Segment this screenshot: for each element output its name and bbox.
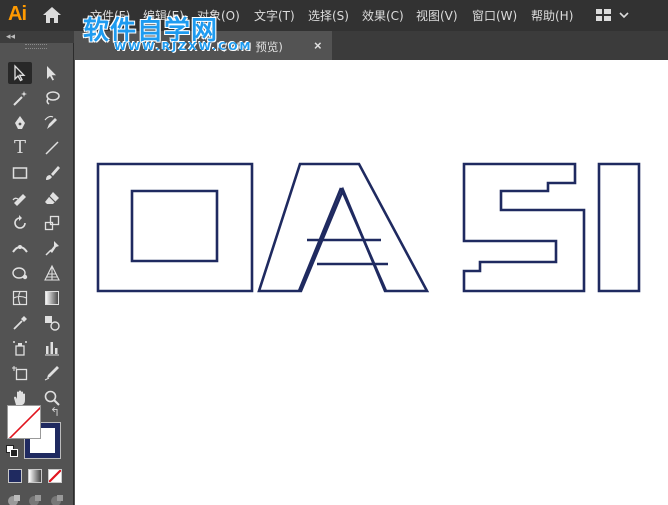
line-segment-tool-icon[interactable]	[40, 137, 64, 159]
gradient-tool-icon[interactable]	[40, 287, 64, 309]
blend-tool-icon[interactable]	[40, 312, 64, 334]
eraser-tool-icon[interactable]	[40, 187, 64, 209]
draw-inside-icon	[51, 495, 63, 505]
draw-behind-icon	[29, 495, 41, 505]
perspective-grid-tool-icon[interactable]	[40, 262, 64, 284]
outlined-text-artwork[interactable]	[75, 60, 668, 505]
menu-view[interactable]: 视图(V)	[416, 7, 458, 24]
app-logo: Ai	[8, 3, 27, 25]
width-tool-icon[interactable]	[8, 237, 32, 259]
color-mode-button[interactable]	[8, 469, 22, 483]
menu-type[interactable]: 文字(T)	[254, 7, 295, 24]
gradient-mode-button[interactable]	[28, 469, 42, 483]
drawing-modes	[6, 492, 68, 505]
paintbrush-tool-icon[interactable]	[40, 162, 64, 184]
artboard-canvas[interactable]	[75, 60, 668, 505]
pen-tool-icon[interactable]	[8, 112, 32, 134]
shaper-tool-icon[interactable]	[8, 187, 32, 209]
none-mode-button[interactable]	[48, 469, 62, 483]
menu-help[interactable]: 帮助(H)	[531, 7, 573, 24]
tools-panel-header: ◂◂	[0, 31, 74, 43]
column-graph-tool-icon[interactable]	[40, 337, 64, 359]
menu-effect[interactable]: 效果(C)	[362, 7, 404, 24]
menu-window[interactable]: 窗口(W)	[472, 7, 517, 24]
artboard-tool-icon[interactable]	[8, 362, 32, 384]
symbol-sprayer-tool-icon[interactable]	[8, 337, 32, 359]
letter-a-outline	[257, 162, 430, 293]
chevron-down-icon	[619, 12, 629, 19]
tools-panel: T ↰	[0, 43, 74, 505]
default-colors-icon[interactable]	[6, 445, 18, 457]
scale-tool-icon[interactable]	[40, 212, 64, 234]
rectangle-tool-icon[interactable]	[8, 162, 32, 184]
puppet-warp-tool-icon[interactable]	[40, 237, 64, 259]
watermark-url: WWW.RJZXW.COM	[114, 40, 253, 53]
fill-color-swatch[interactable]	[7, 405, 41, 439]
none-fill-slash	[8, 406, 40, 438]
eyedropper-tool-icon[interactable]	[8, 312, 32, 334]
menu-select[interactable]: 选择(S)	[308, 7, 349, 24]
type-tool-glyph: T	[13, 137, 26, 158]
curvature-tool-icon[interactable]	[40, 112, 64, 134]
rotate-tool-icon[interactable]	[8, 212, 32, 234]
collapse-icon[interactable]: ◂◂	[6, 31, 15, 42]
type-tool-icon[interactable]: T	[8, 137, 32, 159]
close-icon[interactable]: ×	[314, 38, 322, 53]
swap-fill-stroke-icon[interactable]: ↰	[50, 405, 60, 419]
mesh-tool-icon[interactable]	[8, 287, 32, 309]
free-transform-tool-icon[interactable]	[8, 262, 32, 284]
letter-o-counter	[130, 189, 219, 263]
slice-tool-icon[interactable]	[40, 362, 64, 384]
letter-o-outline	[96, 162, 254, 293]
selection-tool-icon[interactable]	[8, 62, 32, 84]
workspace-switcher[interactable]	[594, 7, 634, 23]
panel-grip[interactable]	[25, 44, 47, 49]
direct-selection-tool-icon[interactable]	[40, 62, 64, 84]
lasso-tool-icon[interactable]	[40, 87, 64, 109]
layout-grid-icon	[596, 9, 611, 21]
draw-normal-icon	[8, 495, 20, 505]
magic-wand-tool-icon[interactable]	[8, 87, 32, 109]
home-icon[interactable]	[41, 5, 63, 25]
letter-s-outline	[462, 162, 586, 293]
letter-i-outline	[597, 162, 641, 293]
